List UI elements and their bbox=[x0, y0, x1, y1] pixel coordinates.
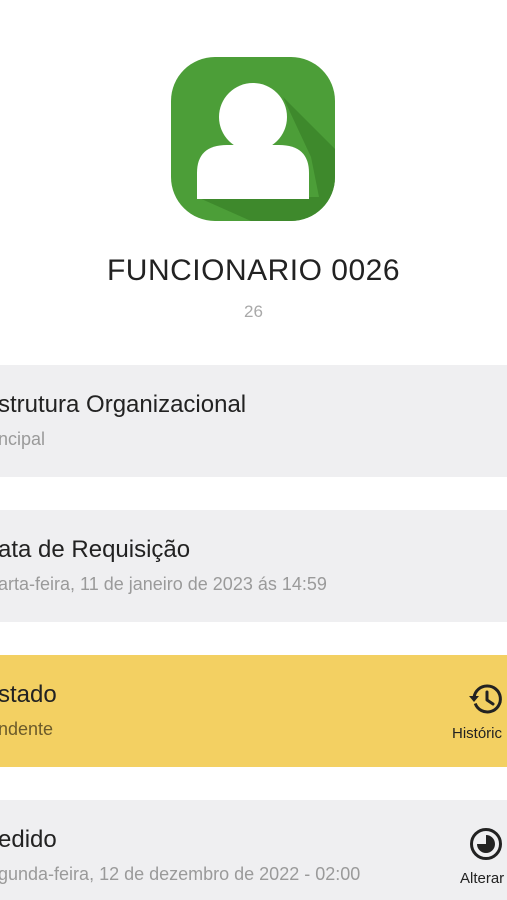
history-icon bbox=[469, 684, 502, 714]
timer-icon bbox=[470, 828, 502, 860]
employee-avatar bbox=[171, 57, 335, 221]
order-card: edido gunda-feira, 12 de dezembro de 202… bbox=[0, 800, 507, 900]
employee-name: FUNCIONARIO 0026 bbox=[106, 254, 401, 287]
alter-button[interactable]: Alterar bbox=[446, 800, 507, 900]
request-date-card: ata de Requisição arta-feira, 11 de jane… bbox=[0, 510, 507, 622]
card-subtitle: ncipal bbox=[0, 429, 46, 449]
history-label: Históric bbox=[452, 725, 503, 742]
card-subtitle: gunda-feira, 12 de dezembro de 2022 - 02… bbox=[0, 864, 361, 884]
status-value: ndente bbox=[0, 719, 54, 739]
status-card: stado ndente Históric bbox=[0, 655, 507, 767]
alter-label: Alterar bbox=[460, 870, 505, 887]
card-title: edido bbox=[0, 826, 57, 853]
card-title: stado bbox=[0, 681, 57, 708]
history-button[interactable]: Históric bbox=[446, 655, 507, 767]
card-title: strutura Organizacional bbox=[0, 391, 247, 418]
employee-code: 26 bbox=[244, 302, 263, 321]
person-icon bbox=[171, 57, 335, 221]
card-title: ata de Requisição bbox=[0, 536, 191, 563]
org-structure-card[interactable]: strutura Organizacional ncipal bbox=[0, 365, 507, 477]
card-subtitle: arta-feira, 11 de janeiro de 2023 ás 14:… bbox=[0, 574, 327, 594]
